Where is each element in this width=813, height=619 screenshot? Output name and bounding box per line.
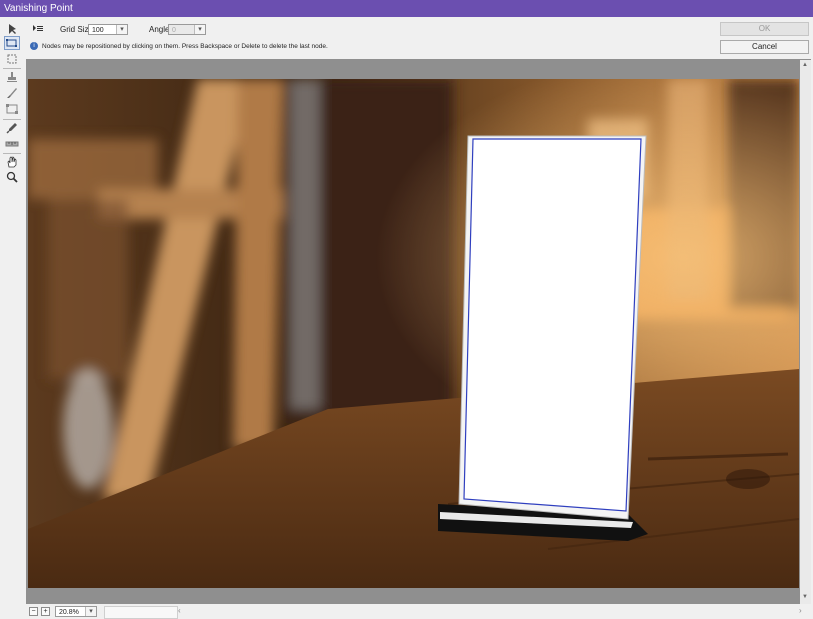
chevron-down-icon[interactable]: ▼	[802, 594, 808, 600]
zoom-out-button[interactable]: −	[29, 607, 38, 616]
angle-value: 0	[172, 27, 176, 34]
edit-plane-tool-icon[interactable]	[4, 22, 20, 36]
document-image[interactable]	[28, 79, 799, 588]
cancel-button[interactable]: Cancel	[720, 40, 809, 54]
create-plane-tool-icon[interactable]	[4, 36, 20, 50]
zoom-in-button[interactable]: +	[41, 607, 50, 616]
ok-button[interactable]: OK	[720, 22, 809, 36]
status-info-field	[104, 606, 178, 619]
tool-options-menu-icon[interactable]	[32, 24, 44, 33]
tool-divider	[3, 119, 21, 120]
measure-tool-icon[interactable]	[4, 137, 20, 151]
eyedropper-tool-icon[interactable]	[4, 121, 20, 135]
image-content	[28, 79, 799, 588]
marquee-tool-icon[interactable]	[4, 52, 20, 66]
chevron-up-icon[interactable]: ▲	[802, 62, 808, 68]
tool-strip	[0, 22, 24, 604]
chevron-right-icon[interactable]: ›	[799, 606, 802, 615]
info-bar: i Nodes may be repositioned by clicking o…	[30, 40, 714, 53]
chevron-left-icon[interactable]: ‹	[178, 606, 181, 615]
info-icon: i	[30, 42, 38, 51]
status-bar: − + 20.8% ▾ ‹ ›	[24, 604, 813, 619]
zoom-level-field[interactable]: 20.8% ▾	[55, 606, 97, 617]
info-message: Nodes may be repositioned by clicking on…	[42, 43, 328, 50]
grid-size-value: 100	[92, 27, 104, 34]
grid-size-field[interactable]: 100 ▾	[88, 24, 128, 35]
stamp-tool-icon[interactable]	[4, 70, 20, 84]
zoom-level-value: 20.8%	[59, 609, 79, 616]
transform-tool-icon[interactable]	[4, 102, 20, 116]
zoom-tool-icon[interactable]	[4, 170, 20, 184]
chevron-down-icon[interactable]: ▾	[85, 607, 96, 616]
vertical-scrollbar[interactable]: ▲ ▼	[800, 60, 811, 605]
brush-tool-icon[interactable]	[4, 86, 20, 100]
chevron-down-icon[interactable]: ▾	[116, 25, 127, 34]
window-title: Vanishing Point	[0, 0, 813, 17]
angle-field[interactable]: 0 ▾	[168, 24, 206, 35]
chevron-down-icon[interactable]: ▾	[194, 25, 205, 34]
hand-tool-icon[interactable]	[4, 155, 20, 169]
tool-divider	[3, 153, 21, 154]
tool-divider	[3, 68, 21, 69]
